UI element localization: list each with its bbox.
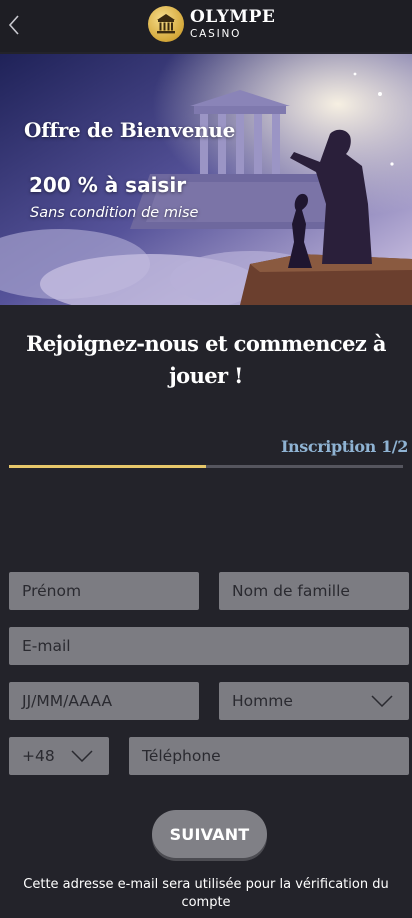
chevron-down-icon: [371, 695, 393, 707]
phone-code-select[interactable]: +48: [9, 737, 109, 775]
last-name-input[interactable]: Nom de famille: [219, 572, 409, 610]
brand-name: OLYMPE: [190, 6, 276, 27]
email-placeholder: E-mail: [22, 637, 71, 655]
phone-input[interactable]: Téléphone: [129, 737, 409, 775]
brand-sub: CASINO: [190, 27, 242, 40]
banner-subtitle: Sans condition de mise: [30, 205, 199, 221]
gender-select[interactable]: Homme: [219, 682, 409, 720]
progress-bar: [9, 465, 403, 468]
welcome-banner[interactable]: Offre de Bienvenue 200 % à saisir Sans c…: [0, 54, 412, 305]
gender-value: Homme: [232, 692, 293, 710]
chevron-left-icon[interactable]: [4, 10, 26, 40]
last-name-placeholder: Nom de famille: [232, 582, 350, 600]
page-title: Rejoignez-nous et commencez à jouer !: [26, 331, 386, 388]
chevron-down-icon: [71, 750, 93, 762]
first-name-input[interactable]: Prénom: [9, 572, 199, 610]
banner-title: Offre de Bienvenue: [24, 118, 236, 142]
email-verification-note: Cette adresse e-mail sera utilisée pour …: [23, 877, 389, 910]
first-name-placeholder: Prénom: [22, 582, 82, 600]
brand-logo[interactable]: OLYMPE CASINO: [148, 4, 275, 44]
temple-icon: [148, 6, 184, 42]
step-label: Inscription 1/2: [280, 437, 408, 456]
birthdate-input[interactable]: JJ/MM/AAAA: [9, 682, 199, 720]
phone-placeholder: Téléphone: [142, 747, 221, 765]
banner-amount: 200 % à saisir: [29, 173, 187, 197]
next-button[interactable]: SUIVANT: [152, 810, 267, 858]
top-bar: OLYMPE CASINO: [0, 0, 412, 52]
birthdate-placeholder: JJ/MM/AAAA: [22, 692, 113, 710]
email-input[interactable]: E-mail: [9, 627, 409, 665]
phone-code-value: +48: [22, 747, 55, 765]
progress-fill: [9, 465, 206, 468]
